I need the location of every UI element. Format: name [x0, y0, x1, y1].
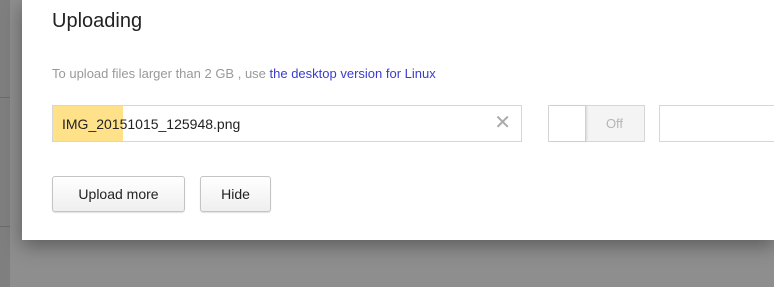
dialog-title: Uploading — [52, 10, 143, 32]
background-divider — [0, 97, 10, 98]
upload-toggle[interactable]: Off — [548, 105, 645, 142]
extra-input-field[interactable] — [659, 105, 774, 142]
upload-hint-text: To upload files larger than 2 GB , use — [52, 66, 270, 81]
hide-button[interactable]: Hide — [200, 176, 271, 212]
toggle-label: Off — [605, 116, 624, 131]
upload-file-field: IMG_20151015_125948.png ✕ — [52, 105, 522, 142]
upload-hint: To upload files larger than 2 GB , use t… — [52, 66, 436, 81]
desktop-version-link[interactable]: the desktop version for Linux — [270, 66, 436, 81]
close-icon[interactable]: ✕ — [494, 112, 511, 134]
upload-file-name: IMG_20151015_125948.png — [62, 116, 241, 132]
toggle-knob[interactable] — [549, 106, 586, 141]
background-divider — [0, 226, 10, 227]
upload-more-button[interactable]: Upload more — [52, 176, 185, 212]
background-panel — [0, 0, 10, 287]
upload-dialog: Uploading To upload files larger than 2 … — [22, 0, 774, 240]
